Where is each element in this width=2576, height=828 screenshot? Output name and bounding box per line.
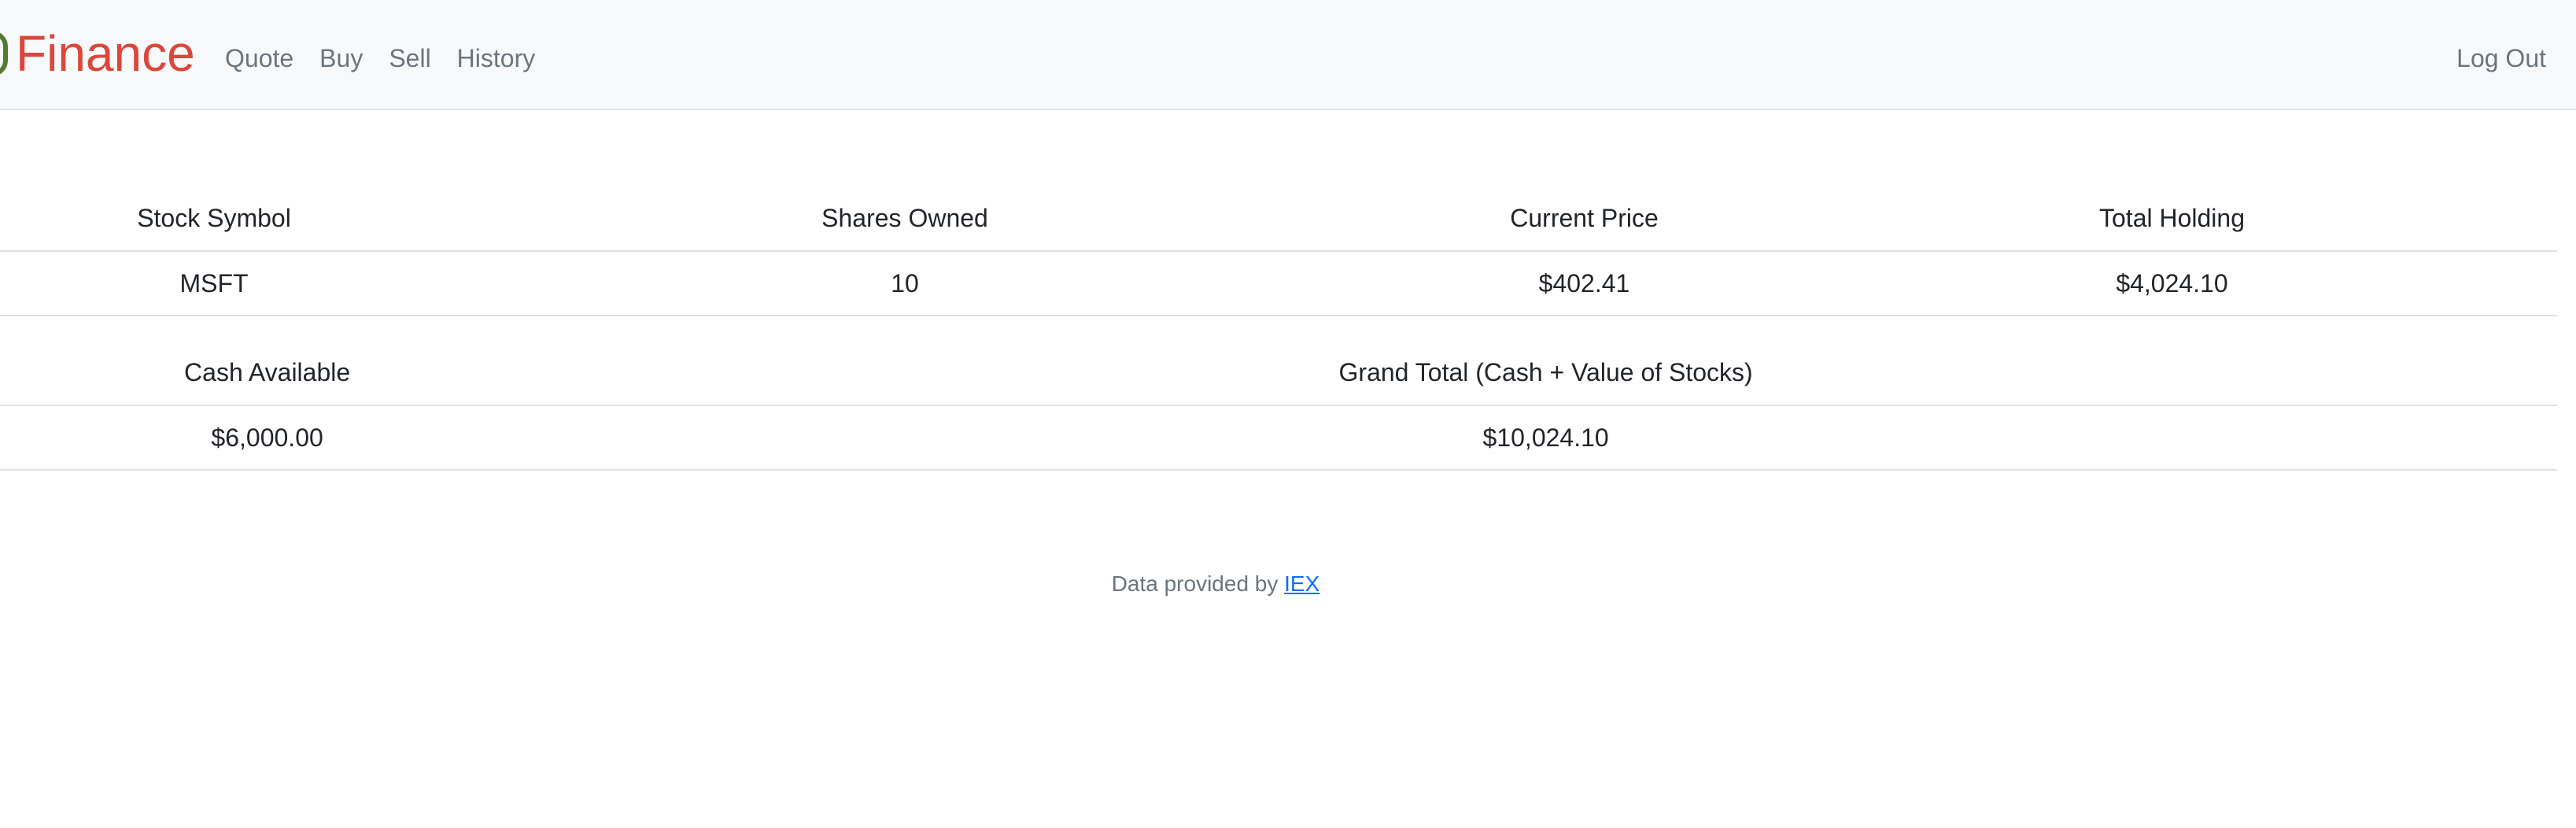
cell-cash-available: $6,000.00 (0, 405, 535, 471)
header-grand-total: Grand Total (Cash + Value of Stocks) (534, 340, 2557, 406)
holdings-table: Stock Symbol Shares Owned Current Price … (0, 186, 2557, 316)
nav-links: Quote Buy Sell History (225, 39, 561, 77)
nav-link-history[interactable]: History (457, 39, 536, 77)
nav-link-quote[interactable]: Quote (225, 39, 293, 77)
cell-total-holding: $4,024.10 (1787, 251, 2557, 316)
navbar: Finance Quote Buy Sell History Log Out (0, 0, 2576, 110)
footer-text: Data provided by (1111, 571, 1285, 596)
iex-link[interactable]: IEX (1284, 571, 1319, 596)
header-shares-owned: Shares Owned (428, 186, 1382, 252)
totals-header-row: Cash Available Grand Total (Cash + Value… (0, 340, 2557, 406)
cell-grand-total: $10,024.10 (534, 405, 2557, 471)
cell-current-price: $402.41 (1382, 251, 1787, 316)
brand-icon (0, 31, 8, 76)
header-stock-symbol: Stock Symbol (0, 186, 428, 252)
header-total-holding: Total Holding (1787, 186, 2557, 252)
cell-shares-owned: 10 (428, 251, 1382, 316)
nav-link-sell[interactable]: Sell (389, 39, 430, 77)
footer: Data provided by IEX (0, 571, 2431, 597)
table-row: $6,000.00 $10,024.10 (0, 405, 2557, 471)
cell-stock-symbol: MSFT (0, 251, 428, 316)
header-current-price: Current Price (1382, 186, 1787, 252)
holdings-header-row: Stock Symbol Shares Owned Current Price … (0, 186, 2557, 252)
logout-link[interactable]: Log Out (2456, 39, 2546, 77)
brand-name: Finance (16, 25, 195, 82)
header-cash-available: Cash Available (0, 340, 535, 406)
totals-table: Cash Available Grand Total (Cash + Value… (0, 340, 2557, 471)
nav-link-buy[interactable]: Buy (319, 39, 363, 77)
brand-logo[interactable]: Finance (0, 22, 195, 85)
table-row: MSFT 10 $402.41 $4,024.10 (0, 251, 2557, 316)
